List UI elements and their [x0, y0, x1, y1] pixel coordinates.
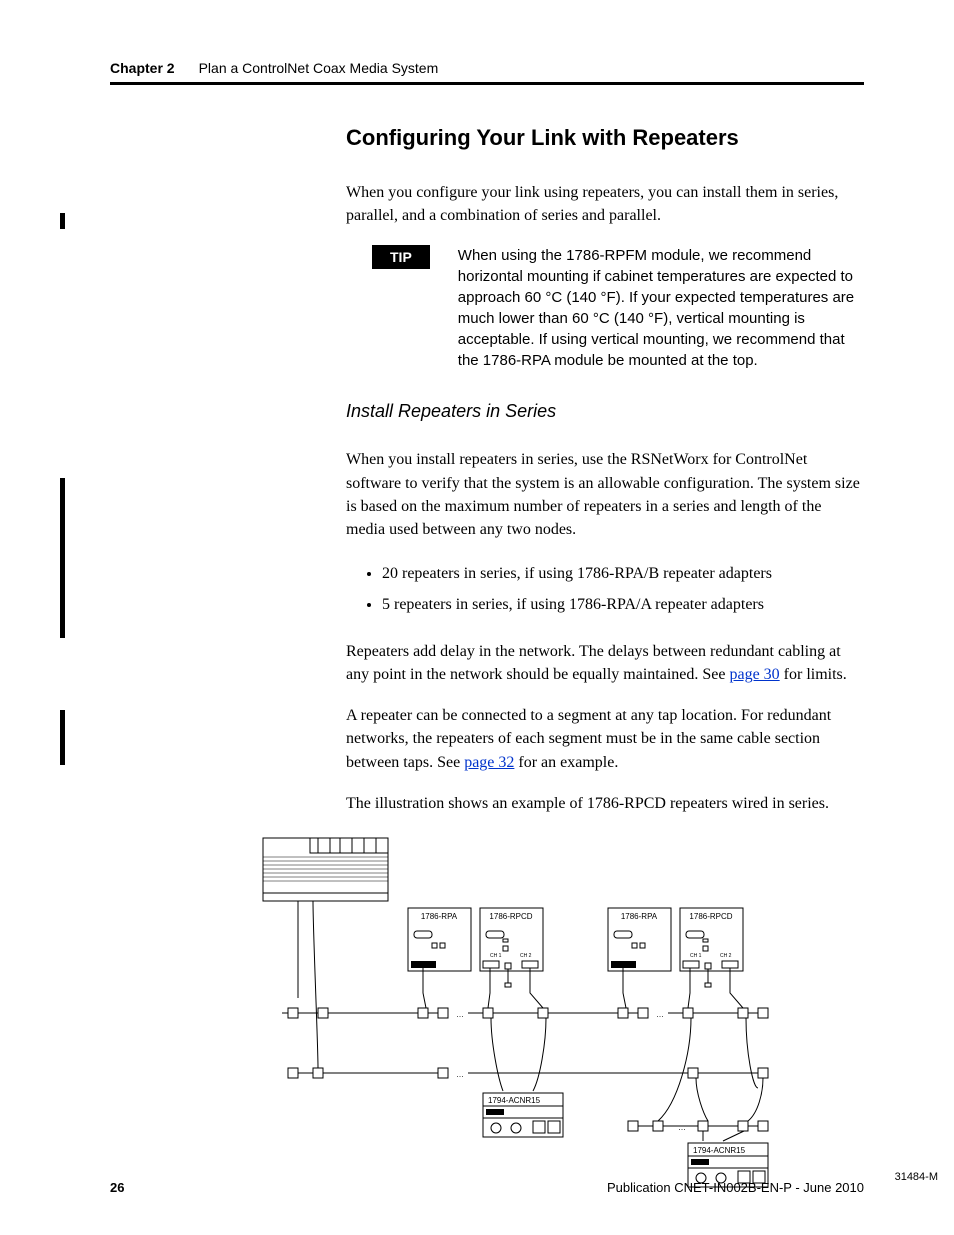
ch2-label: CH 2	[720, 953, 732, 959]
module-label: 1786-RPA	[621, 912, 658, 921]
page-link[interactable]: page 30	[729, 666, 779, 683]
page-link[interactable]: page 32	[464, 754, 514, 771]
chapter-title: Plan a ControlNet Coax Media System	[199, 60, 439, 76]
svg-text:…: …	[678, 1123, 686, 1132]
section-heading: Configuring Your Link with Repeaters	[346, 125, 864, 151]
chapter-number: Chapter 2	[110, 60, 175, 76]
delay-paragraph: Repeaters add delay in the network. The …	[346, 640, 864, 686]
change-bar	[60, 213, 65, 229]
module-label: 1794-ACNR15	[693, 1146, 746, 1155]
diagram-reference: 31484-M	[895, 1171, 938, 1183]
tip-badge: TIP	[372, 245, 430, 269]
change-bar	[60, 710, 65, 765]
ch2-label: CH 2	[520, 953, 532, 959]
module-label: 1786-RPCD	[689, 912, 732, 921]
page-number: 26	[110, 1180, 124, 1195]
ch1-label: CH 1	[690, 953, 702, 959]
body-text: for an example.	[514, 754, 618, 771]
header-rule	[110, 82, 864, 85]
publication-id: Publication CNET-IN002B-EN-P - June 2010	[607, 1180, 864, 1195]
subsection-heading: Install Repeaters in Series	[346, 401, 864, 422]
tip-text: When using the 1786-RPFM module, we reco…	[458, 245, 864, 371]
intro-paragraph: When you configure your link using repea…	[346, 181, 864, 227]
bullet-list: 20 repeaters in series, if using 1786-RP…	[382, 559, 864, 620]
illustration-caption: The illustration shows an example of 178…	[346, 792, 864, 815]
ch1-label: CH 1	[490, 953, 502, 959]
svg-text:…: …	[456, 1010, 464, 1019]
module-label: 1786-RPA	[421, 912, 458, 921]
body-text: for limits.	[780, 666, 847, 683]
list-item: 5 repeaters in series, if using 1786-RPA…	[382, 590, 864, 620]
module-label: 1794-ACNR15	[488, 1096, 541, 1105]
tip-block: TIP When using the 1786-RPFM module, we …	[372, 245, 864, 371]
page-footer: 26 Publication CNET-IN002B-EN-P - June 2…	[110, 1180, 864, 1195]
svg-text:…: …	[656, 1010, 664, 1019]
series-intro-paragraph: When you install repeaters in series, us…	[346, 448, 864, 541]
wiring-diagram: 1786-RPA 1786-RPCD CH 1 CH 2	[258, 833, 868, 1193]
running-header: Chapter 2 Plan a ControlNet Coax Media S…	[110, 60, 864, 76]
module-label: 1786-RPCD	[489, 912, 532, 921]
change-bar	[60, 478, 65, 638]
svg-text:…: …	[456, 1070, 464, 1079]
list-item: 20 repeaters in series, if using 1786-RP…	[382, 559, 864, 589]
redundant-paragraph: A repeater can be connected to a segment…	[346, 704, 864, 774]
